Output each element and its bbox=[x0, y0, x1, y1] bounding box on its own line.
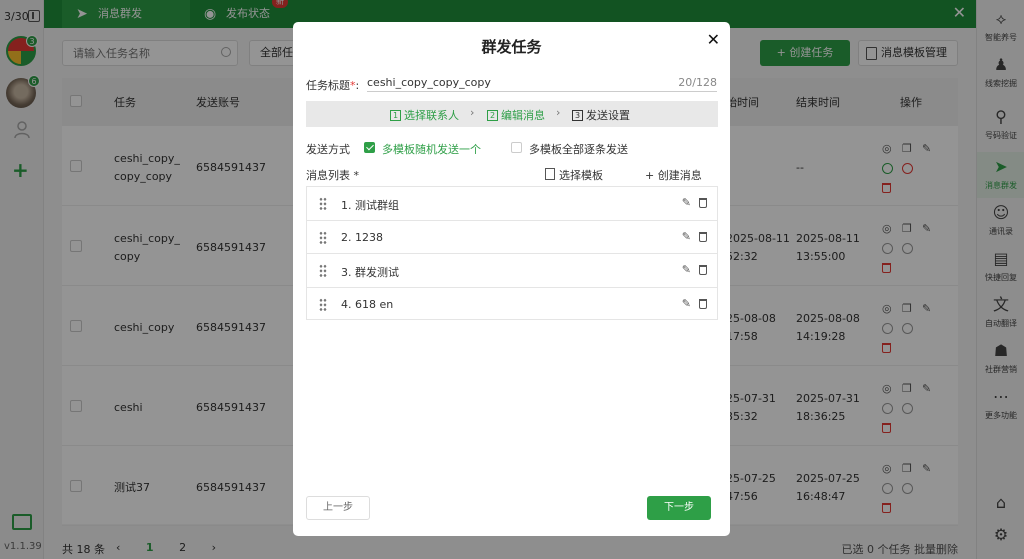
chevron-right-icon: › bbox=[470, 106, 475, 119]
task-title-label: 任务标题*: bbox=[306, 79, 360, 92]
edit-icon[interactable]: ✎ bbox=[682, 196, 691, 209]
char-count: 20/128 bbox=[678, 76, 717, 89]
delete-icon[interactable] bbox=[699, 198, 707, 208]
mode-all-checkbox[interactable]: 多模板全部逐条发送 bbox=[511, 141, 628, 157]
step-indicator: 1 选择联系人 › 2 编辑消息 › 3 发送设置 bbox=[306, 101, 718, 127]
mass-task-dialog: 群发任务 ✕ 任务标题*: ceshi_copy_copy_copy 20/12… bbox=[293, 22, 730, 536]
close-icon[interactable]: ✕ bbox=[707, 30, 720, 49]
edit-icon[interactable]: ✎ bbox=[682, 297, 691, 310]
create-message-button[interactable]: + 创建消息 bbox=[645, 167, 702, 183]
prev-step-button[interactable]: 上一步 bbox=[306, 496, 370, 520]
delete-icon[interactable] bbox=[699, 298, 707, 309]
edit-icon[interactable]: ✎ bbox=[682, 230, 691, 243]
task-title-input[interactable]: ceshi_copy_copy_copy 20/128 bbox=[367, 74, 717, 92]
delete-icon[interactable] bbox=[699, 265, 707, 275]
drag-handle-icon[interactable] bbox=[319, 297, 327, 312]
next-step-button[interactable]: 下一步 bbox=[647, 496, 711, 520]
list-item[interactable]: 1. 测试群组 ✎ bbox=[307, 187, 717, 221]
dialog-title: 群发任务 bbox=[481, 38, 542, 56]
edit-icon[interactable]: ✎ bbox=[682, 263, 691, 276]
step-send-settings[interactable]: 3 发送设置 bbox=[572, 107, 630, 123]
list-item[interactable]: 3. 群发测试 ✎ bbox=[307, 254, 717, 288]
drag-handle-icon[interactable] bbox=[319, 264, 327, 278]
delete-icon[interactable] bbox=[699, 231, 707, 242]
drag-handle-icon[interactable] bbox=[319, 230, 327, 245]
choose-template-button[interactable]: 选择模板 bbox=[545, 167, 603, 183]
step-select-contacts[interactable]: 1 选择联系人 bbox=[390, 107, 459, 123]
step-edit-message[interactable]: 2 编辑消息 bbox=[487, 107, 545, 123]
list-item[interactable]: 2. 1238 ✎ bbox=[307, 221, 717, 254]
chevron-right-icon: › bbox=[556, 106, 561, 119]
mode-random-checkbox[interactable]: 多模板随机发送一个 bbox=[364, 141, 481, 157]
message-list-label: 消息列表 * bbox=[306, 169, 359, 182]
drag-handle-icon[interactable] bbox=[319, 197, 327, 211]
send-mode-label: 发送方式 bbox=[306, 143, 350, 156]
message-list: 1. 测试群组 ✎ 2. 1238 ✎ 3. 群发测试 ✎ 4. 618 en … bbox=[306, 186, 718, 320]
list-item[interactable]: 4. 618 en ✎ bbox=[307, 288, 717, 322]
